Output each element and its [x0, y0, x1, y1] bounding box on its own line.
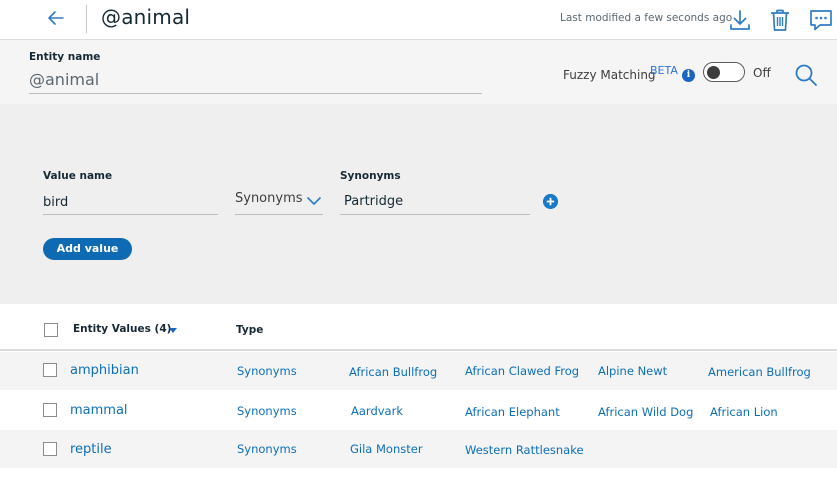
fuzzy-matching-label: Fuzzy Matching	[563, 68, 656, 82]
synonym-item[interactable]: African Wild Dog	[598, 405, 693, 419]
table-row: reptile Synonyms Gila Monster Western Ra…	[0, 430, 837, 468]
value-name-input[interactable]	[43, 190, 218, 215]
download-icon[interactable]	[727, 7, 753, 33]
column-entity-values[interactable]: Entity Values (4)	[73, 323, 171, 335]
search-icon[interactable]	[793, 62, 819, 88]
value-type-selected: Synonyms	[235, 191, 303, 206]
chat-icon[interactable]	[808, 7, 834, 33]
divider	[86, 5, 87, 33]
row-value-name[interactable]: amphibian	[70, 363, 139, 378]
entity-name-label: Entity name	[29, 51, 101, 63]
row-type[interactable]: Synonyms	[237, 404, 297, 418]
row-type[interactable]: Synonyms	[237, 442, 297, 456]
synonym-input[interactable]	[340, 188, 530, 215]
table-row: mammal Synonyms Aardvark African Elephan…	[0, 391, 837, 429]
add-value-button[interactable]: Add value	[43, 238, 132, 260]
value-type-select[interactable]: Synonyms	[235, 188, 323, 215]
add-value-panel: Value name Synonyms Synonyms Add value	[0, 104, 837, 304]
column-type: Type	[236, 324, 264, 336]
synonyms-label: Synonyms	[340, 170, 401, 182]
synonym-item[interactable]: Western Rattlesnake	[465, 443, 584, 457]
synonym-item[interactable]: African Clawed Frog	[465, 364, 579, 378]
row-checkbox[interactable]	[43, 442, 57, 456]
synonym-item[interactable]: African Bullfrog	[349, 365, 437, 379]
table-header: Entity Values (4) Type	[0, 304, 837, 351]
entity-name-input[interactable]	[29, 66, 482, 94]
page-title: @animal	[101, 5, 191, 29]
caret-down-icon[interactable]	[169, 328, 177, 333]
fuzzy-matching-state: Off	[753, 66, 771, 80]
entity-name-panel: Entity name Fuzzy Matching BETA i Off	[0, 40, 837, 104]
toggle-knob	[707, 65, 720, 79]
beta-badge: BETA	[650, 64, 678, 77]
table-row: amphibian Synonyms African Bullfrog Afri…	[0, 352, 837, 390]
row-checkbox[interactable]	[43, 403, 57, 417]
arrow-left-icon[interactable]	[44, 6, 68, 30]
synonym-item[interactable]: African Lion	[710, 405, 778, 419]
select-all-checkbox[interactable]	[44, 323, 58, 337]
row-checkbox[interactable]	[43, 363, 57, 377]
synonym-item[interactable]: Aardvark	[351, 404, 403, 418]
value-name-label: Value name	[43, 170, 113, 182]
chevron-down-icon	[306, 196, 322, 205]
synonym-item[interactable]: African Elephant	[465, 405, 560, 419]
plus-circle-icon[interactable]	[543, 194, 558, 209]
synonym-item[interactable]: American Bullfrog	[708, 365, 811, 379]
row-value-name[interactable]: reptile	[70, 442, 112, 457]
row-value-name[interactable]: mammal	[70, 403, 128, 418]
row-type[interactable]: Synonyms	[237, 364, 297, 378]
synonym-item[interactable]: Alpine Newt	[598, 364, 667, 378]
last-modified-text: Last modified a few seconds ago	[560, 12, 733, 24]
synonym-item[interactable]: Gila Monster	[350, 442, 423, 456]
trash-icon[interactable]	[767, 7, 793, 33]
entity-editor: @animal Last modified a few seconds ago …	[0, 0, 837, 497]
info-icon[interactable]: i	[682, 69, 695, 82]
fuzzy-matching-toggle[interactable]	[703, 62, 745, 82]
top-bar: @animal Last modified a few seconds ago	[0, 0, 837, 40]
